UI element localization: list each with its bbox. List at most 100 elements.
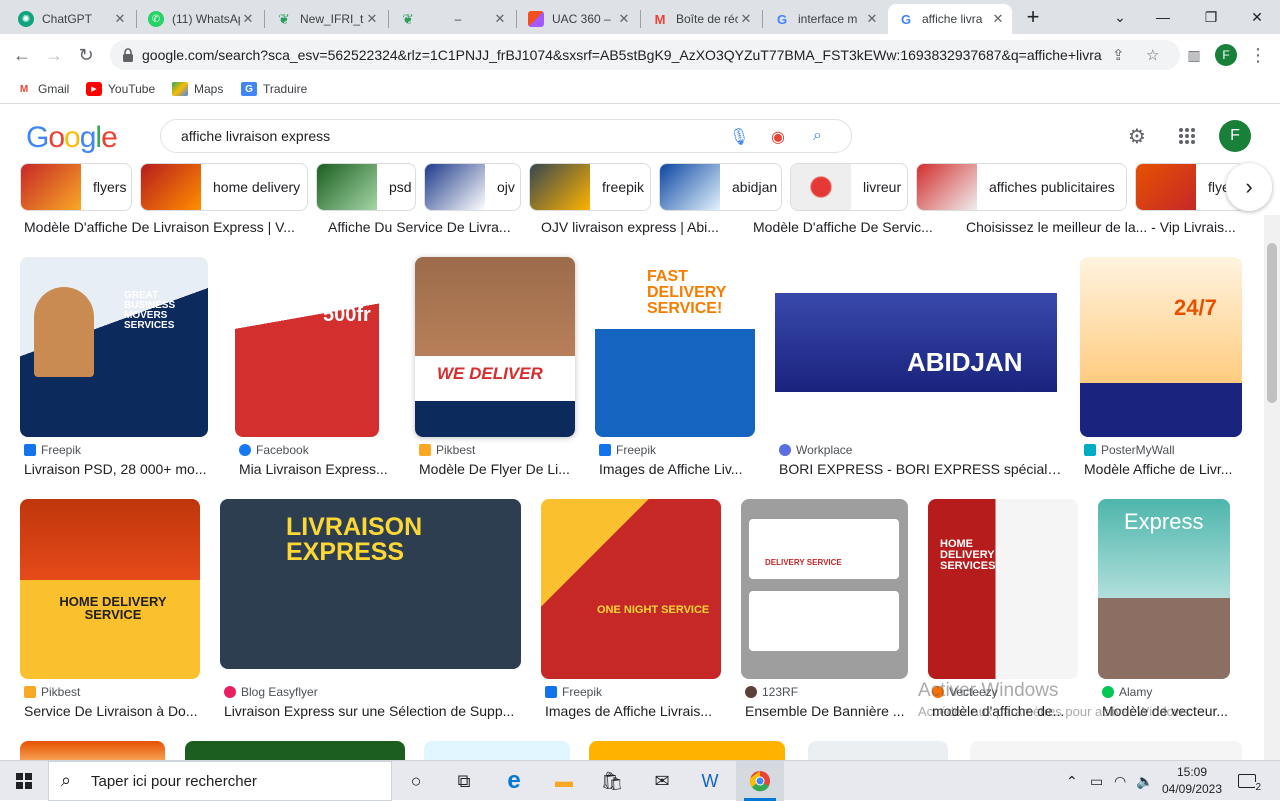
image-result-card[interactable]: DELIVERY SERVICE 123RF Ensemble De Banni… <box>741 499 909 729</box>
result-title[interactable]: Livraison PSD, 28 000+ mo... <box>24 461 212 477</box>
battery-icon[interactable]: ▭ <box>1090 761 1103 801</box>
result-title[interactable]: Affiche Du Service De Livra... <box>328 219 518 235</box>
page-scrollbar[interactable] <box>1264 215 1280 760</box>
image-result-card[interactable] <box>589 741 785 760</box>
image-result-card[interactable]: HOME DELIVERY SERVICE Pikbest Service De… <box>20 499 205 729</box>
result-thumbnail[interactable]: FAST DELIVERY SERVICE! <box>595 257 755 437</box>
result-title[interactable]: BORI EXPRESS - BORI EXPRESS spécialis... <box>779 461 1064 477</box>
chevron-right-icon[interactable]: › <box>1226 163 1272 211</box>
image-result-card[interactable]: ONE NIGHT SERVICE Freepik Images de Affi… <box>541 499 723 729</box>
close-icon[interactable]: ✕ <box>864 11 880 27</box>
bookmark-star-icon[interactable]: ☆ <box>1146 46 1159 64</box>
mail-icon[interactable]: ✉ <box>638 761 686 801</box>
edge-icon[interactable]: e <box>490 761 538 801</box>
image-result-card[interactable]: Express Alamy Modèle de vecteur... <box>1098 499 1246 729</box>
result-thumbnail[interactable] <box>808 741 948 760</box>
tab-whatsapp[interactable]: ✆ (11) WhatsApp ✕ <box>138 4 262 34</box>
result-thumbnail[interactable]: DELIVERY SERVICE <box>741 499 908 679</box>
task-view-icon[interactable]: ⧉ <box>440 761 488 801</box>
gear-icon[interactable]: ⚙ <box>1124 123 1150 149</box>
result-thumbnail[interactable]: 24/7 <box>1080 257 1242 437</box>
chip-freepik[interactable]: freepik <box>529 163 651 211</box>
bookmark-gmail[interactable]: M Gmail <box>16 82 70 96</box>
image-result-card[interactable]: LIVRAISON EXPRESS Blog Easyflyer Livrais… <box>220 499 522 729</box>
close-icon[interactable]: ✕ <box>112 11 128 27</box>
chip-psd[interactable]: psd <box>316 163 416 211</box>
result-thumbnail[interactable] <box>185 741 405 760</box>
volume-icon[interactable]: 🔈 <box>1136 761 1153 801</box>
image-result-card[interactable]: FAST DELIVERY SERVICE! Freepik Images de… <box>595 257 755 487</box>
result-title[interactable]: Modèle de vecteur... <box>1102 703 1237 719</box>
image-result-card[interactable]: 500fr Facebook Mia Livraison Express... <box>235 257 388 487</box>
result-title[interactable]: OJV livraison express | Abi... <box>541 219 731 235</box>
result-thumbnail[interactable]: WE DELIVER <box>415 257 575 437</box>
chip-livreur[interactable]: livreur <box>790 163 908 211</box>
cortana-icon[interactable]: ○ <box>392 761 440 801</box>
tab-new-ifri[interactable]: ❦ New_IFRI_tc ✕ <box>266 4 386 34</box>
close-icon[interactable]: ✕ <box>616 11 632 27</box>
back-arrow-icon[interactable]: ← <box>8 41 36 69</box>
new-tab-button[interactable]: + <box>1019 3 1047 31</box>
share-icon[interactable]: ⇪ <box>1112 46 1125 64</box>
result-title[interactable]: Service De Livraison à Do... <box>24 703 204 719</box>
wifi-icon[interactable]: ◠ <box>1114 761 1126 801</box>
lens-camera-icon[interactable]: ◉ <box>771 127 785 147</box>
result-thumbnail[interactable] <box>970 741 1242 760</box>
url-text[interactable]: google.com/search?sca_esv=562522324&rlz=… <box>142 47 1102 63</box>
result-thumbnail[interactable]: 500fr <box>235 257 379 437</box>
address-bar[interactable]: google.com/search?sca_esv=562522324&rlz=… <box>110 40 1180 70</box>
restore-icon[interactable]: ❐ <box>1188 0 1234 34</box>
image-result-card[interactable]: 24/7 PosterMyWall Modèle Affiche de Livr… <box>1080 257 1245 487</box>
image-result-card[interactable] <box>424 741 570 760</box>
result-thumbnail[interactable]: HOME DELIVERY SERVICE <box>20 499 200 679</box>
result-thumbnail[interactable]: GREAT BUSINESS MOVERS SERVICES <box>20 257 208 437</box>
store-icon[interactable]: 🛍 <box>588 761 636 801</box>
result-title[interactable]: Ensemble De Bannière ... <box>745 703 913 719</box>
chip-flyers[interactable]: flyers <box>20 163 132 211</box>
result-title[interactable]: Modèle Affiche de Livr... <box>1084 461 1249 477</box>
result-thumbnail[interactable] <box>424 741 570 760</box>
result-title[interactable]: Modèle D'affiche De Livraison Express | … <box>24 219 304 235</box>
search-icon[interactable]: ⌕ <box>813 127 822 145</box>
forward-arrow-icon[interactable]: → <box>40 41 68 69</box>
bookmark-youtube[interactable]: ▶ YouTube <box>86 82 155 96</box>
profile-avatar[interactable]: F <box>1212 41 1240 69</box>
more-menu-icon[interactable]: ⋮ <box>1244 41 1272 69</box>
result-title[interactable]: Images de Affiche Liv... <box>599 461 759 477</box>
taskbar-clock[interactable]: 15:09 04/09/2023 <box>1160 764 1224 798</box>
result-thumbnail[interactable]: HOME DELIVERY SERVICES <box>928 499 1078 679</box>
chip-abidjan[interactable]: abidjan <box>659 163 782 211</box>
search-input[interactable]: affiche livraison express 🎙 ◉ ⌕ <box>160 119 852 153</box>
minimize-icon[interactable]: — <box>1140 0 1186 34</box>
windows-start-icon[interactable] <box>0 761 48 801</box>
tab-search-chevron-icon[interactable]: ⌄ <box>1097 0 1143 34</box>
scrollbar-thumb[interactable] <box>1267 243 1277 403</box>
result-title[interactable]: Images de Affiche Livrais... <box>545 703 725 719</box>
result-title[interactable]: Mia Livraison Express... <box>239 461 391 477</box>
reload-icon[interactable]: ↻ <box>72 41 100 69</box>
bookmark-maps[interactable]: Maps <box>172 82 223 96</box>
microphone-icon[interactable]: 🎙 <box>729 127 749 147</box>
tab-gmail[interactable]: M Boîte de réc ✕ <box>642 4 760 34</box>
result-title[interactable]: Modèle D'affiche De Servic... <box>753 219 943 235</box>
image-result-card[interactable]: GREAT BUSINESS MOVERS SERVICES Freepik L… <box>20 257 210 487</box>
tray-chevron-icon[interactable]: ⌃ <box>1066 761 1078 801</box>
file-explorer-icon[interactable]: ▬ <box>540 761 588 801</box>
close-icon[interactable]: ✕ <box>492 11 508 27</box>
tab-uac360[interactable]: UAC 360 – ✕ <box>518 4 638 34</box>
image-result-card[interactable] <box>185 741 405 760</box>
lock-icon[interactable] <box>122 48 134 62</box>
tab-untitled[interactable]: ❦ – ✕ <box>390 4 514 34</box>
tab-chatgpt[interactable]: ✺ ChatGPT ✕ <box>8 4 134 34</box>
result-title[interactable]: Modèle De Flyer De Li... <box>419 461 577 477</box>
notification-icon[interactable]: 2 <box>1238 761 1261 801</box>
bookmark-translate[interactable]: G Traduire <box>241 82 307 96</box>
tab-affiche-active[interactable]: G affiche livra ✕ <box>888 4 1012 34</box>
image-result-card[interactable]: WE DELIVER Pikbest Modèle De Flyer De Li… <box>415 257 575 487</box>
image-result-card[interactable]: ABIDJAN Workplace BORI EXPRESS - BORI EX… <box>775 257 1064 487</box>
image-result-card[interactable] <box>970 741 1242 760</box>
result-title[interactable]: Livraison Express sur une Sélection de S… <box>224 703 524 719</box>
taskbar-search-input[interactable]: ⌕ Taper ici pour rechercher <box>48 761 392 801</box>
chip-affiches-publicitaires[interactable]: affiches publicitaires <box>916 163 1127 211</box>
image-result-card[interactable]: HOME DELIVERY SERVICES Vecteezy modèle d… <box>928 499 1080 729</box>
